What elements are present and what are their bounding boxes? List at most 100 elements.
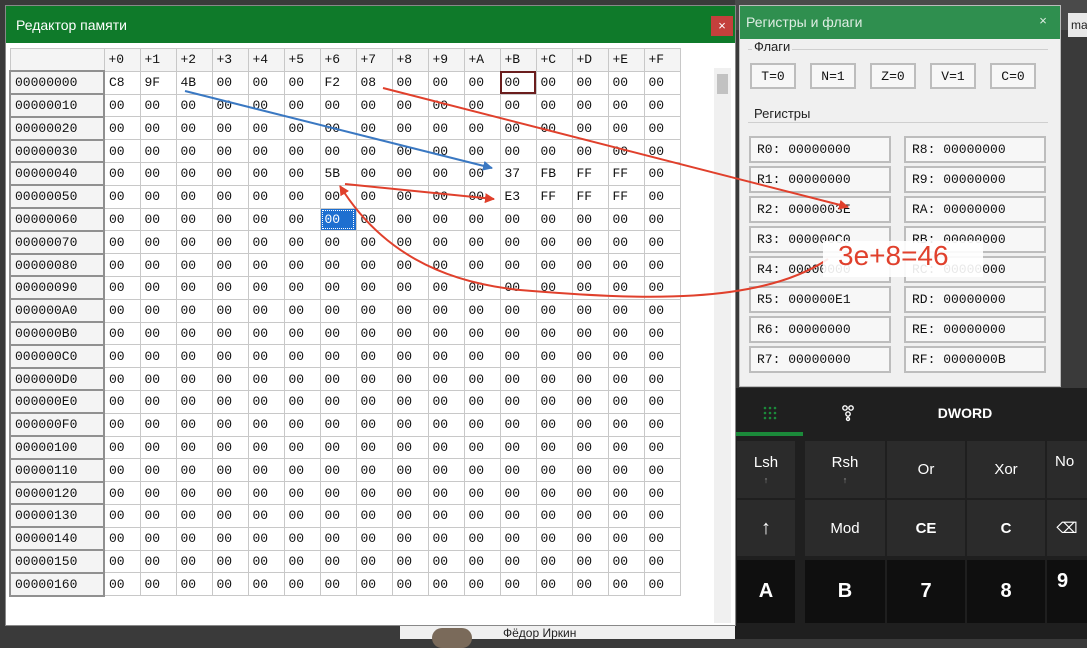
memory-cell[interactable]: 00 — [211, 253, 249, 277]
memory-cell[interactable]: 00 — [643, 344, 681, 369]
memory-cell[interactable]: 00 — [283, 253, 321, 277]
memory-cell[interactable]: 00 — [643, 139, 681, 163]
memory-cell[interactable]: 00 — [571, 139, 609, 163]
memory-cell[interactable]: 00 — [643, 481, 681, 505]
memory-cell[interactable]: 00 — [607, 344, 645, 369]
memory-cell[interactable]: 00 — [535, 503, 573, 528]
clear-button[interactable]: C — [967, 500, 1045, 556]
shift-up-button[interactable]: ↑ — [737, 500, 795, 556]
memory-cell[interactable]: 00 — [355, 503, 393, 528]
memory-cell[interactable]: 00 — [103, 253, 141, 277]
memory-cell[interactable]: 00 — [283, 481, 321, 505]
memory-cell[interactable]: 00 — [103, 139, 141, 163]
memory-cell[interactable]: 00 — [247, 572, 285, 597]
hex-b-button[interactable]: B — [805, 560, 885, 623]
memory-cell[interactable]: FF — [535, 184, 573, 209]
memory-cell[interactable]: 00 — [463, 230, 501, 255]
memory-cell[interactable]: 00 — [499, 389, 537, 414]
memory-cell[interactable]: 00 — [247, 116, 285, 141]
memory-cell[interactable]: 00 — [643, 275, 681, 300]
memory-cell[interactable]: 00 — [319, 367, 357, 391]
memory-cell[interactable]: 00 — [319, 412, 357, 437]
memory-cell[interactable]: 00 — [283, 275, 321, 300]
memory-cell[interactable]: 00 — [139, 298, 177, 323]
memory-cell[interactable]: 00 — [211, 367, 249, 391]
memory-cell[interactable]: 00 — [103, 503, 141, 528]
memory-cell[interactable]: 00 — [103, 435, 141, 460]
memory-cell[interactable]: 00 — [211, 503, 249, 528]
memory-cell[interactable]: 00 — [247, 253, 285, 277]
memory-cell[interactable]: 00 — [607, 526, 645, 551]
memory-cell[interactable]: 00 — [427, 70, 465, 95]
memory-cell[interactable]: 00 — [643, 70, 681, 95]
memory-cell[interactable]: 00 — [463, 526, 501, 551]
memory-cell[interactable]: 00 — [427, 481, 465, 505]
memory-cell[interactable]: 00 — [499, 549, 537, 574]
memory-cell[interactable]: 00 — [427, 230, 465, 255]
memory-cell[interactable]: 00 — [247, 549, 285, 574]
memory-cell[interactable]: 00 — [319, 139, 357, 163]
backspace-button[interactable]: ⌫ — [1047, 500, 1087, 556]
memory-cell[interactable]: 00 — [607, 503, 645, 528]
memory-cell[interactable]: 00 — [643, 435, 681, 460]
memory-cell[interactable]: 00 — [427, 344, 465, 369]
memory-cell[interactable]: 00 — [643, 116, 681, 141]
memory-cell[interactable]: 00 — [463, 298, 501, 323]
memory-cell[interactable]: 00 — [643, 230, 681, 255]
memory-cell[interactable]: 00 — [175, 298, 213, 323]
memory-cell[interactable]: 00 — [391, 161, 429, 186]
memory-cell[interactable]: 00 — [643, 412, 681, 437]
memory-cell[interactable]: 00 — [499, 526, 537, 551]
memory-cell[interactable]: 00 — [499, 139, 537, 163]
memory-cell[interactable]: 00 — [211, 161, 249, 186]
memory-cell[interactable]: 00 — [571, 389, 609, 414]
memory-cell[interactable]: 00 — [391, 275, 429, 300]
memory-cell[interactable]: 00 — [283, 93, 321, 118]
memory-cell[interactable]: 00 — [427, 139, 465, 163]
memory-cell[interactable]: 00 — [247, 139, 285, 163]
memory-cell[interactable]: 00 — [103, 275, 141, 300]
memory-cell[interactable]: 5B — [319, 161, 357, 186]
memory-cell[interactable]: 00 — [355, 184, 393, 209]
memory-cell[interactable]: 00 — [211, 93, 249, 118]
memory-cell[interactable]: 00 — [535, 321, 573, 346]
memory-cell[interactable]: 00 — [571, 344, 609, 369]
memory-cell[interactable]: 00 — [427, 184, 465, 209]
memory-cell[interactable]: 00 — [535, 275, 573, 300]
memory-cell[interactable]: 00 — [643, 367, 681, 391]
memory-cell[interactable]: 00 — [103, 161, 141, 186]
memory-cell[interactable]: 00 — [499, 481, 537, 505]
hex-a-button[interactable]: A — [737, 560, 795, 623]
memory-cell[interactable]: 00 — [607, 207, 645, 232]
memory-cell[interactable]: 00 — [535, 389, 573, 414]
memory-cell[interactable]: 00 — [391, 367, 429, 391]
memory-cell[interactable]: 00 — [355, 230, 393, 255]
memory-cell[interactable]: 00 — [535, 230, 573, 255]
memory-cell[interactable]: 00 — [607, 572, 645, 597]
memory-cell[interactable]: 00 — [571, 321, 609, 346]
memory-cell[interactable]: 00 — [139, 116, 177, 141]
memory-cell[interactable]: 00 — [499, 253, 537, 277]
memory-cell[interactable]: 00 — [427, 503, 465, 528]
memory-cell[interactable]: FB — [535, 161, 573, 186]
memory-cell[interactable]: 00 — [139, 93, 177, 118]
memory-cell[interactable]: 00 — [607, 321, 645, 346]
memory-cell[interactable]: 00 — [355, 207, 393, 232]
memory-cell[interactable]: 00 — [355, 298, 393, 323]
memory-cell[interactable]: 00 — [391, 298, 429, 323]
mod-button[interactable]: Mod — [805, 500, 885, 556]
memory-cell[interactable]: 00 — [139, 161, 177, 186]
memory-cell[interactable]: 00 — [463, 549, 501, 574]
memory-cell[interactable]: 00 — [391, 139, 429, 163]
memory-cell[interactable]: 00 — [175, 572, 213, 597]
memory-cell[interactable]: 00 — [139, 139, 177, 163]
memory-cell[interactable]: 00 — [499, 503, 537, 528]
memory-cell[interactable]: 00 — [103, 93, 141, 118]
memory-cell[interactable]: 00 — [283, 161, 321, 186]
memory-cell[interactable]: 00 — [427, 389, 465, 414]
memory-cell[interactable]: 00 — [463, 481, 501, 505]
memory-cell[interactable]: 00 — [355, 344, 393, 369]
memory-cell[interactable]: 00 — [175, 184, 213, 209]
memory-cell[interactable]: 00 — [211, 298, 249, 323]
memory-cell[interactable]: 00 — [103, 184, 141, 209]
